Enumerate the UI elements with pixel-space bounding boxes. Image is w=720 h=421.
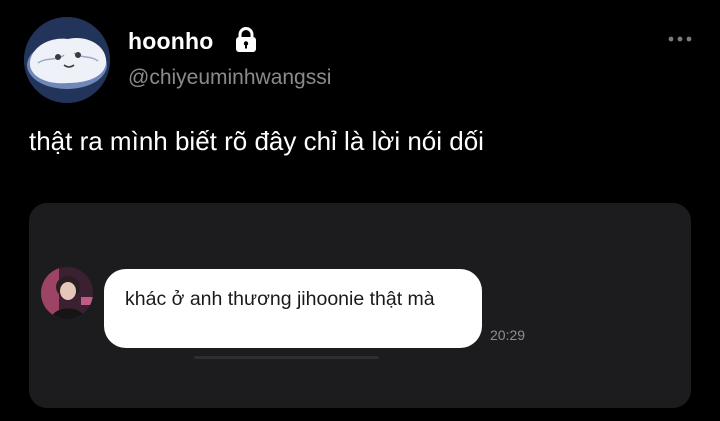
more-horizontal-icon[interactable] <box>667 32 695 46</box>
display-name[interactable]: hoonho <box>128 28 214 55</box>
divider <box>194 356 379 359</box>
chat-avatar <box>41 267 93 319</box>
attached-image[interactable]: khác ở anh thương jihoonie thật mà 20:29 <box>29 203 691 408</box>
message-time: 20:29 <box>490 327 526 343</box>
lock-icon <box>234 27 258 53</box>
tweet-text: thật ra mình biết rõ đây chỉ là lời nói … <box>29 126 484 156</box>
message-text: khác ở anh thương jihoonie thật mà <box>125 288 435 310</box>
user-handle[interactable]: @chiyeuminhwangssi <box>128 66 331 90</box>
profile-avatar[interactable] <box>24 17 110 103</box>
message-bubble: khác ở anh thương jihoonie thật mà <box>104 269 482 348</box>
